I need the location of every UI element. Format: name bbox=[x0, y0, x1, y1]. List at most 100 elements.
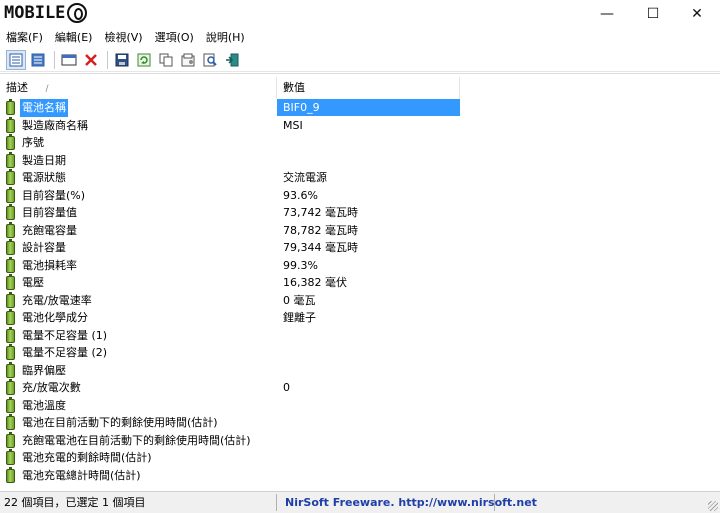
properties-icon[interactable] bbox=[59, 50, 79, 70]
row-value: BIF0_9 bbox=[283, 101, 320, 114]
status-divider bbox=[276, 494, 277, 511]
row-value: 0 bbox=[283, 381, 290, 394]
list-item[interactable]: 電池充電的剩餘時間(估計) bbox=[0, 449, 720, 467]
row-description: 充飽電電池在目前活動下的剩餘使用時間(估計) bbox=[22, 433, 251, 447]
list-item[interactable]: 電池在目前活動下的剩餘使用時間(估計) bbox=[0, 414, 720, 432]
battery-info-list[interactable]: 描述 / 數值 電池名稱 BIF0_9 製造廠商名稱 MSI 序號 製造日期 電源狀… bbox=[0, 73, 720, 492]
row-description: 電池在目前活動下的剩餘使用時間(估計) bbox=[22, 416, 218, 429]
sort-indicator-icon: / bbox=[45, 84, 49, 94]
copy-icon[interactable] bbox=[156, 50, 176, 70]
battery-icon bbox=[6, 326, 15, 343]
battery-icon bbox=[6, 291, 15, 308]
battery-icon bbox=[6, 361, 15, 378]
list-item[interactable]: 設計容量 79,344 毫瓦時 bbox=[0, 239, 720, 257]
list-item[interactable]: 臨界偏壓 bbox=[0, 361, 720, 380]
row-value: 93.6% bbox=[283, 188, 318, 202]
row-value: 79,344 毫瓦時 bbox=[283, 241, 358, 254]
list-item[interactable]: 電壓 16,382 毫伏 bbox=[0, 274, 720, 292]
close-button[interactable]: ✕ bbox=[674, 0, 720, 28]
list-item[interactable]: 充/放電次數 0 bbox=[0, 379, 720, 397]
row-description: 電量不足容量 (1) bbox=[22, 328, 108, 342]
column-description-label: 描述 bbox=[6, 81, 28, 94]
refresh-icon[interactable] bbox=[134, 50, 154, 70]
list-item[interactable]: 電池名稱 BIF0_9 bbox=[0, 99, 720, 117]
row-description: 充/放電次數 bbox=[22, 381, 81, 394]
row-description: 序號 bbox=[22, 136, 44, 149]
row-value: 交流電源 bbox=[283, 171, 327, 184]
menu-options[interactable]: 選項(O) bbox=[149, 28, 200, 48]
find-icon[interactable] bbox=[200, 50, 220, 70]
battery-icon bbox=[6, 344, 15, 360]
battery-icon bbox=[6, 414, 15, 430]
column-value-label: 數值 bbox=[283, 81, 305, 94]
battery-icon bbox=[6, 99, 15, 115]
row-description: 設計容量 bbox=[22, 241, 66, 254]
list-item[interactable]: 電池充電總計時間(估計) bbox=[0, 466, 720, 485]
save-icon[interactable] bbox=[112, 50, 132, 70]
delete-icon[interactable] bbox=[81, 50, 101, 70]
logo-eye-icon bbox=[67, 3, 88, 23]
list-item[interactable]: 目前容量(%) 93.6% bbox=[0, 186, 720, 205]
list-item[interactable]: 充飽電容量 78,782 毫瓦時 bbox=[0, 221, 720, 240]
resize-grip-icon[interactable] bbox=[708, 501, 718, 511]
list-item[interactable]: 電量不足容量 (1) bbox=[0, 326, 720, 345]
status-bar: 22 個項目，已選定 1 個項目 NirSoft Freeware. http:… bbox=[0, 491, 720, 513]
minimize-button[interactable]: — bbox=[584, 0, 630, 28]
row-description: 臨界偏壓 bbox=[22, 363, 66, 377]
battery-icon bbox=[6, 466, 15, 483]
menu-help[interactable]: 說明(H) bbox=[200, 28, 251, 48]
menu-view[interactable]: 檢視(V) bbox=[98, 28, 148, 48]
list-item[interactable]: 目前容量值 73,742 毫瓦時 bbox=[0, 204, 720, 222]
row-description: 電池充電總計時間(估計) bbox=[22, 468, 141, 482]
list-item[interactable]: 電池損耗率 99.3% bbox=[0, 256, 720, 275]
row-description: 目前容量(%) bbox=[22, 188, 86, 202]
list-item[interactable]: 充電/放電速率 0 毫瓦 bbox=[0, 291, 720, 310]
logo-text: MOBILE bbox=[4, 3, 66, 23]
list-item[interactable]: 序號 bbox=[0, 134, 720, 152]
row-description: 製造日期 bbox=[22, 153, 66, 167]
menu-edit[interactable]: 編輯(E) bbox=[49, 28, 99, 48]
toolbar-separator bbox=[54, 50, 55, 69]
battery-icon bbox=[6, 256, 15, 273]
battery-icon bbox=[6, 221, 15, 238]
battery-icon bbox=[6, 431, 15, 448]
row-value: 16,382 毫伏 bbox=[283, 276, 347, 289]
row-value: 0 毫瓦 bbox=[283, 293, 316, 307]
battery-icon bbox=[6, 116, 15, 133]
list-item[interactable]: 製造日期 bbox=[0, 151, 720, 170]
row-description: 電量不足容量 (2) bbox=[22, 346, 108, 359]
battery-icon bbox=[6, 186, 15, 203]
battery-icon bbox=[6, 151, 15, 168]
list-item[interactable]: 電池溫度 bbox=[0, 396, 720, 415]
column-header-description[interactable]: 描述 / bbox=[0, 77, 277, 99]
battery-icon bbox=[6, 396, 15, 413]
list-item[interactable]: 電池化學成分 鋰離子 bbox=[0, 309, 720, 327]
maximize-button[interactable]: ☐ bbox=[630, 0, 676, 28]
row-value: 73,742 毫瓦時 bbox=[283, 206, 358, 219]
nirsoft-link[interactable]: NirSoft Freeware. http://www.nirsoft.net bbox=[285, 492, 537, 513]
html-report-icon[interactable] bbox=[178, 50, 198, 70]
app-logo: MOBILE bbox=[4, 2, 88, 24]
toolbar bbox=[0, 48, 720, 72]
view-list-icon[interactable] bbox=[6, 49, 26, 70]
list-item[interactable]: 電源狀態 交流電源 bbox=[0, 169, 720, 187]
row-description: 製造廠商名稱 bbox=[22, 118, 88, 132]
battery-icon bbox=[6, 134, 15, 150]
row-description: 電池名稱 bbox=[20, 99, 68, 117]
exit-icon[interactable] bbox=[222, 50, 242, 70]
row-description: 電池溫度 bbox=[22, 398, 66, 412]
battery-icon bbox=[6, 274, 15, 290]
list-item[interactable]: 製造廠商名稱 MSI bbox=[0, 116, 720, 135]
row-description: 電池化學成分 bbox=[22, 311, 88, 324]
title-bar: MOBILE — ☐ ✕ bbox=[0, 0, 720, 28]
list-item[interactable]: 充飽電電池在目前活動下的剩餘使用時間(估計) bbox=[0, 431, 720, 450]
row-value: MSI bbox=[283, 118, 303, 132]
menu-file[interactable]: 檔案(F) bbox=[0, 28, 49, 48]
row-value: 鋰離子 bbox=[283, 311, 316, 324]
view-details-icon[interactable] bbox=[28, 50, 48, 70]
list-item[interactable]: 電量不足容量 (2) bbox=[0, 344, 720, 362]
row-description: 充電/放電速率 bbox=[22, 293, 92, 307]
battery-icon bbox=[6, 169, 15, 185]
column-header-value[interactable]: 數值 bbox=[277, 77, 460, 99]
status-item-count: 22 個項目，已選定 1 個項目 bbox=[4, 496, 146, 509]
